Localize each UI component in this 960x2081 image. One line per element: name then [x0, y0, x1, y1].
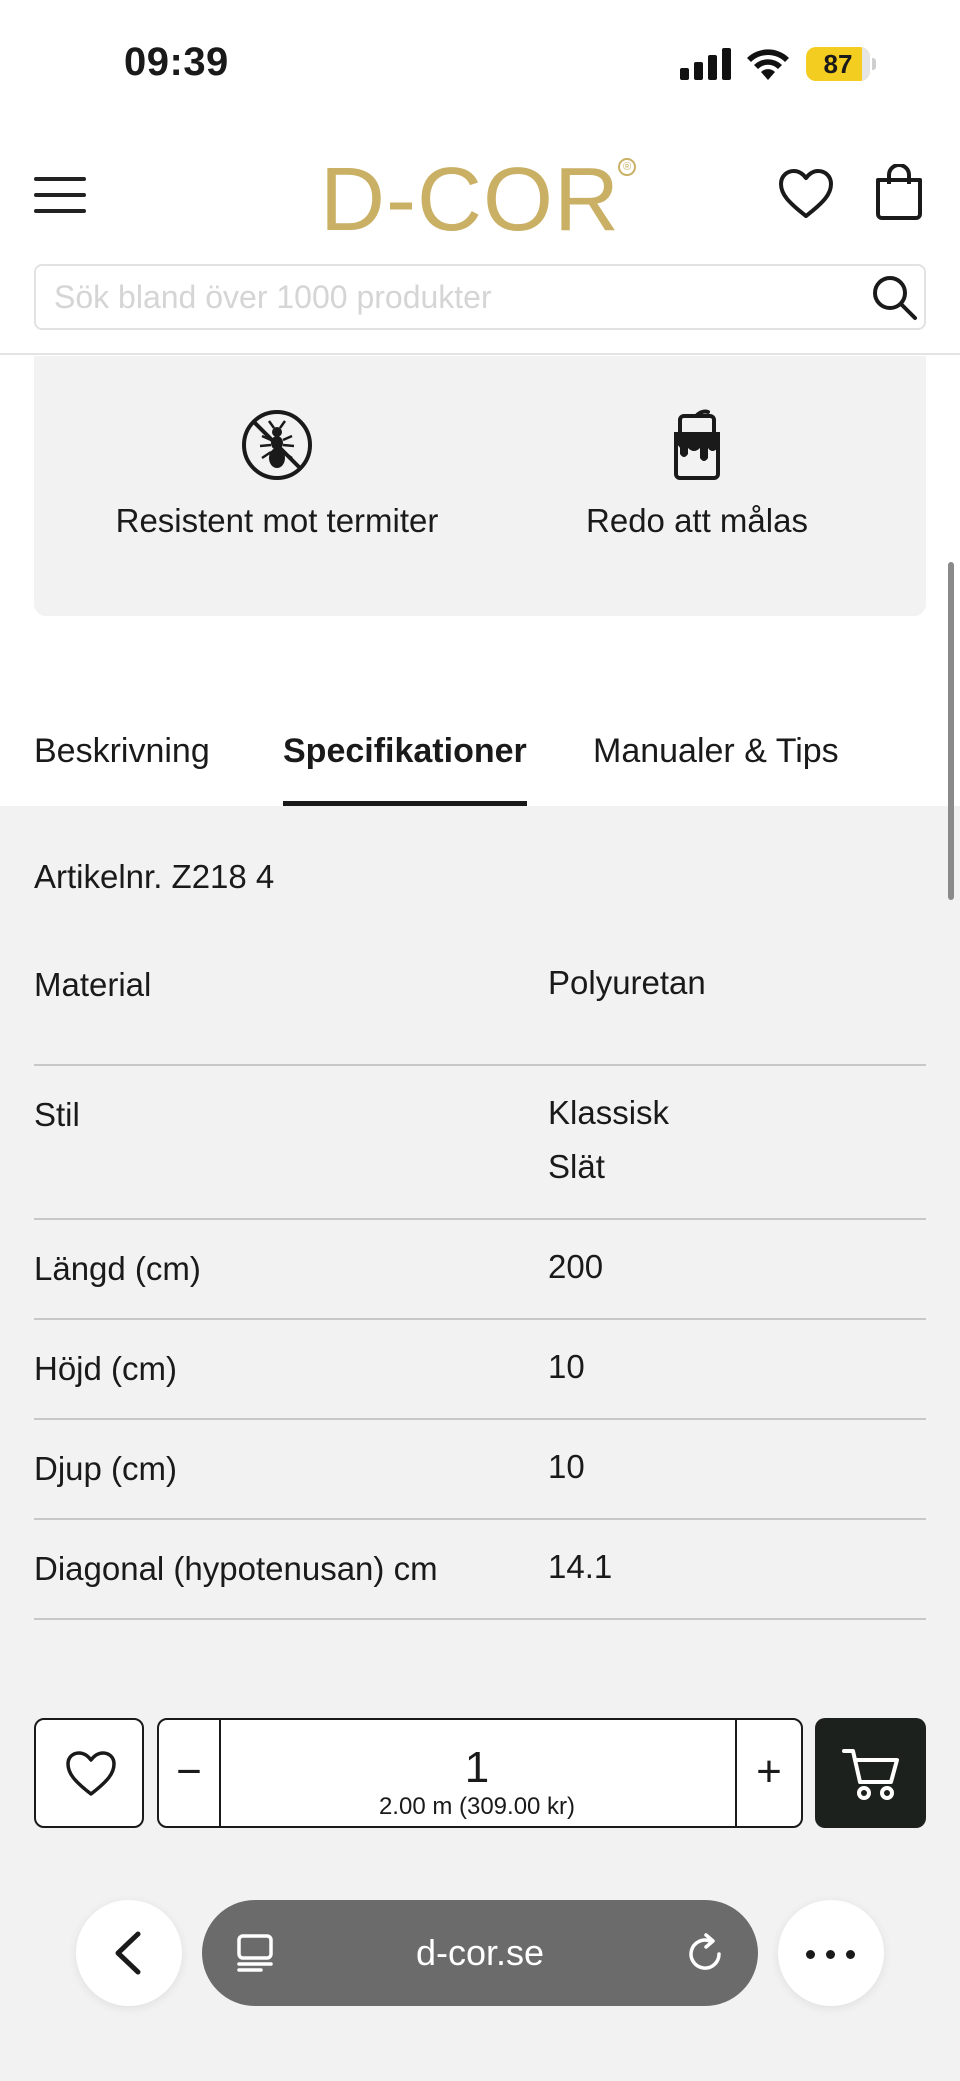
- browser-address-bar[interactable]: d-cor.se: [202, 1900, 758, 2006]
- decrease-quantity-button[interactable]: −: [159, 1720, 221, 1826]
- battery-indicator: 87: [806, 47, 876, 81]
- status-time: 09:39: [124, 40, 229, 84]
- product-features-card: Resistent mot termiter Redo att målas: [34, 356, 926, 616]
- shopping-cart-icon: [842, 1749, 899, 1800]
- registered-mark: ®: [618, 158, 636, 176]
- site-header: D-COR ®: [0, 130, 960, 355]
- heart-icon: [66, 1751, 116, 1796]
- spec-value: 10: [548, 1448, 585, 1494]
- spec-label: Djup (cm): [34, 1450, 178, 1487]
- purchase-bar: − 1 2.00 m (309.00 kr) +: [0, 1684, 960, 2081]
- add-to-wishlist-button[interactable]: [34, 1718, 144, 1828]
- spec-value-text: Slät: [548, 1148, 605, 1185]
- spec-row-material: Material Polyuretan: [34, 946, 926, 1066]
- battery-percentage: 87: [823, 49, 853, 79]
- spec-label: Höjd (cm): [34, 1350, 178, 1387]
- search-icon[interactable]: [870, 272, 920, 324]
- spec-value: Polyuretan: [548, 964, 706, 1010]
- increase-quantity-button[interactable]: +: [735, 1720, 801, 1826]
- search-input[interactable]: [54, 274, 834, 320]
- quantity-stepper: − 1 2.00 m (309.00 kr) +: [157, 1718, 803, 1828]
- wifi-icon: [747, 49, 789, 80]
- spec-value: Klassisk Slät: [548, 1094, 669, 1194]
- spec-row-diagonal: Diagonal (hypotenusan) cm 14.1: [34, 1520, 926, 1620]
- spec-value: 10: [548, 1348, 585, 1394]
- browser-url: d-cor.se: [415, 1932, 545, 1973]
- spec-value: 200: [548, 1248, 603, 1294]
- feature-label: Redo att målas: [586, 502, 808, 539]
- paint-bucket-icon: [674, 409, 720, 480]
- specifications-panel: Artikelnr. Z218 4 Material Polyuretan St…: [0, 806, 960, 1684]
- spec-value-text: 200: [548, 1248, 604, 1285]
- reload-icon[interactable]: [686, 1932, 726, 1974]
- status-bar: 09:39 87: [0, 0, 960, 130]
- quantity-value[interactable]: 1: [221, 1746, 733, 1790]
- search-bar: [34, 264, 926, 330]
- spec-row-style: Stil Klassisk Slät: [34, 1066, 926, 1220]
- article-number: Artikelnr. Z218 4: [34, 858, 275, 895]
- tab-manuals-tips[interactable]: Manualer & Tips: [593, 732, 839, 806]
- product-tabs: Beskrivning Specifikationer Manualer & T…: [0, 722, 960, 806]
- spec-value-text: 10: [548, 1448, 585, 1485]
- spec-value-text: 10: [548, 1348, 585, 1385]
- spec-label: Material: [34, 966, 152, 1003]
- specifications-table: Material Polyuretan Stil Klassisk Slät L…: [34, 946, 926, 1620]
- feature-termite-resistant: Resistent mot termiter: [94, 408, 460, 540]
- spec-label: Längd (cm): [34, 1250, 201, 1287]
- tab-description[interactable]: Beskrivning: [34, 732, 210, 806]
- spec-value-text: 14.1: [548, 1548, 613, 1585]
- shopping-bag-icon[interactable]: [874, 164, 924, 220]
- hamburger-menu-icon[interactable]: [34, 175, 86, 215]
- feature-ready-to-paint: Redo att målas: [514, 408, 880, 540]
- chevron-left-icon: [115, 1931, 141, 1975]
- spec-label: Diagonal (hypotenusan) cm: [34, 1550, 438, 1587]
- page-scrollbar[interactable]: [948, 562, 954, 900]
- spec-value: 14.1: [548, 1548, 612, 1594]
- quantity-subtotal: 2.00 m (309.00 kr): [378, 1793, 576, 1820]
- spec-label: Stil: [34, 1096, 80, 1133]
- browser-back-button[interactable]: [76, 1900, 182, 2006]
- wishlist-heart-icon[interactable]: [778, 168, 834, 220]
- no-termite-icon: [242, 410, 312, 480]
- spec-value-text: Polyuretan: [548, 964, 706, 1001]
- feature-label: Resistent mot termiter: [115, 502, 439, 539]
- logo-text: D-COR: [320, 150, 620, 250]
- cellular-signal-icon: [680, 48, 731, 80]
- browser-more-button[interactable]: [778, 1900, 884, 2006]
- spec-value-text: Klassisk: [548, 1094, 670, 1131]
- spec-row-length: Längd (cm) 200: [34, 1220, 926, 1320]
- add-to-cart-button[interactable]: [815, 1718, 926, 1828]
- tab-specifications[interactable]: Specifikationer: [283, 732, 527, 806]
- site-logo[interactable]: D-COR ®: [320, 150, 640, 250]
- spec-row-depth: Djup (cm) 10: [34, 1420, 926, 1520]
- spec-row-height: Höjd (cm) 10: [34, 1320, 926, 1420]
